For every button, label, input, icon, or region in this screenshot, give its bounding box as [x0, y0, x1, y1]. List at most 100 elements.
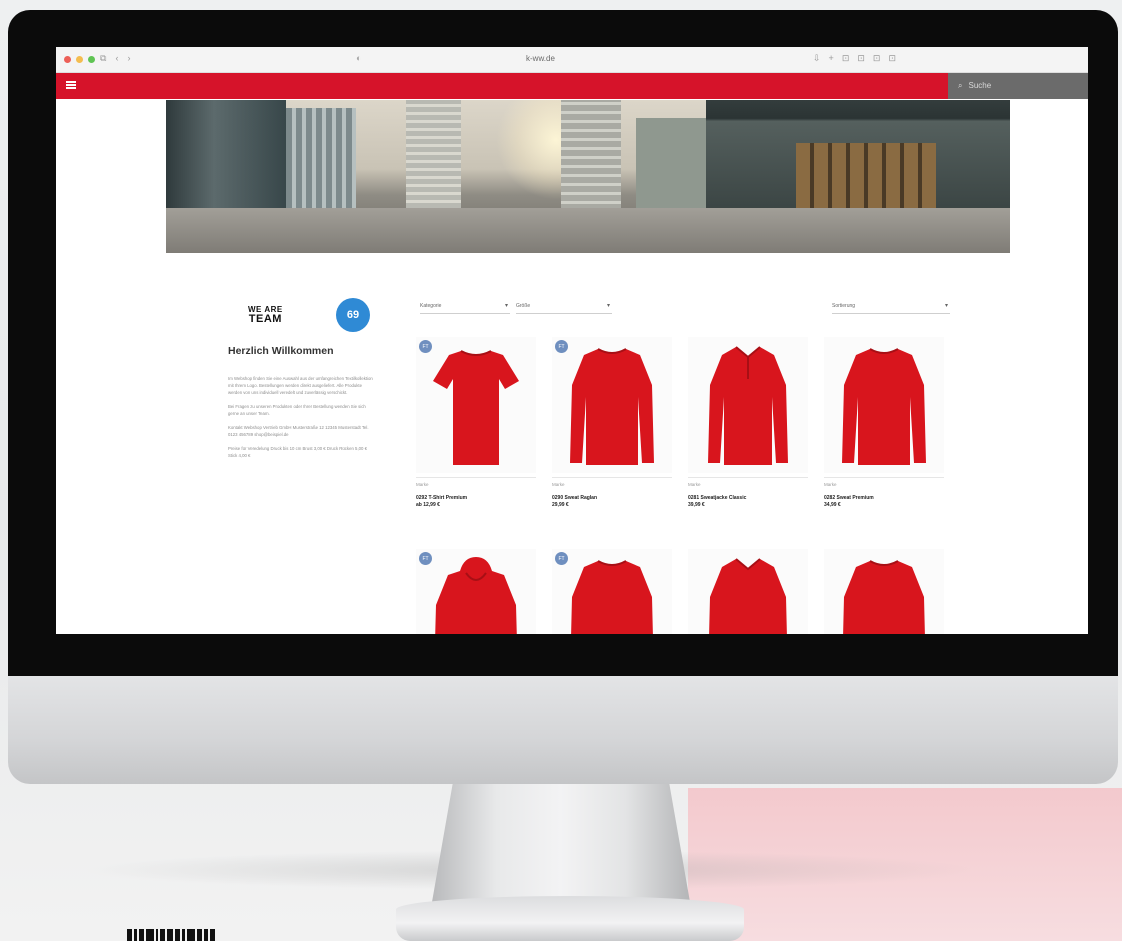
building-left — [166, 100, 286, 213]
product-image[interactable]: FT — [416, 337, 536, 473]
chevron-down-icon: ▾ — [606, 303, 610, 309]
polo-longsleeve-image — [708, 346, 788, 465]
pricing-paragraph: Preise für Veredelung Druck bis 10 cm Br… — [228, 446, 368, 458]
longsleeve-image — [571, 560, 653, 634]
building-right-center — [636, 118, 706, 213]
product-image[interactable] — [688, 337, 808, 473]
product-brand: Marke — [688, 482, 701, 487]
monitor-chin — [8, 676, 1118, 784]
share-icon[interactable]: ⊡ — [842, 53, 850, 64]
product-name[interactable]: 0281 Sweatjacke Classic — [688, 495, 808, 501]
sort-select-value: Sortierung — [832, 303, 856, 309]
product-price: 29,99 € — [552, 502, 569, 508]
divider — [688, 477, 808, 478]
product-image[interactable] — [824, 337, 944, 473]
logo-row: WE ARE TEAM 69 — [228, 297, 374, 333]
browser-toolbar: ⧉ ‹ › ◐ k-ww.de ⇩ + ⊡ ⊡ ⊡ ⊡ — [56, 47, 1088, 73]
chevron-down-icon: ▾ — [504, 303, 508, 309]
screen: ⧉ ‹ › ◐ k-ww.de ⇩ + ⊡ ⊡ ⊡ ⊡ ⌕ Suche WE A… — [56, 47, 1088, 634]
hoodie-image — [435, 557, 517, 634]
product-card[interactable]: FT — [416, 549, 536, 634]
sort-select[interactable]: Sortierung ▾ — [832, 300, 950, 314]
welcome-paragraph: Bei Fragen zu unseren Produkten oder Ihr… — [228, 404, 366, 416]
monitor-stand-foot — [396, 896, 744, 941]
we-are-team-logo[interactable]: WE ARE TEAM — [248, 305, 283, 325]
welcome-text: Im Webshop finden Sie eine Auswahl aus d… — [228, 375, 374, 459]
product-image[interactable]: FT — [416, 549, 536, 634]
product-price: 39,99 € — [688, 502, 705, 508]
product-card[interactable]: FT — [552, 549, 672, 634]
product-name[interactable]: 0292 T-Shirt Premium — [416, 495, 536, 501]
longsleeve-image — [570, 348, 654, 465]
filter-bar: Kategorie ▾ Größe ▾ Sortierung ▾ — [420, 300, 962, 316]
product-card[interactable] — [824, 549, 944, 634]
product-brand: Marke — [552, 482, 565, 487]
product-image[interactable]: FT — [552, 549, 672, 634]
size-select[interactable]: Größe ▾ — [516, 300, 612, 314]
sidebar-toggle-icon[interactable]: ⧉ — [100, 53, 106, 64]
download-icon[interactable]: ⇩ — [813, 53, 821, 64]
product-image[interactable]: FT — [552, 337, 672, 473]
product-price: ab 12,99 € — [416, 502, 440, 508]
tabs-icon[interactable]: ⊡ — [888, 53, 896, 64]
category-select[interactable]: Kategorie ▾ — [420, 300, 510, 314]
back-icon[interactable]: ‹ — [115, 53, 118, 64]
browser-nav-icons: ⧉ ‹ › — [100, 53, 130, 64]
forward-icon[interactable]: › — [127, 53, 130, 64]
welcome-heading: Herzlich Willkommen — [228, 345, 334, 357]
street — [166, 208, 1010, 253]
monitor-stand-neck — [432, 784, 690, 902]
reader-icon[interactable]: ⊡ — [873, 53, 881, 64]
hero-banner-image — [166, 100, 1010, 253]
category-select-value: Kategorie — [420, 303, 442, 309]
chevron-down-icon: ▾ — [944, 303, 948, 309]
club-logo[interactable]: 69 — [336, 298, 370, 332]
menu-icon[interactable] — [66, 81, 76, 89]
new-tab-icon[interactable]: + — [829, 53, 834, 64]
polo-longsleeve-image — [709, 558, 787, 634]
product-badge: FT — [419, 340, 432, 353]
window-controls — [64, 56, 95, 63]
minimize-window-button[interactable] — [76, 56, 83, 63]
contact-paragraph: Kontakt Webshop Vertrieb GmbH Musterstra… — [228, 425, 369, 437]
product-brand: Marke — [416, 482, 429, 487]
size-select-value: Größe — [516, 303, 531, 309]
site-header: ⌕ Suche — [56, 73, 1088, 99]
product-card[interactable]: FT Marke 0292 T-Shirt Premium ab 12,99 € — [416, 337, 536, 508]
product-name[interactable]: 0290 Sweat Raglan — [552, 495, 672, 501]
product-brand: Marke — [824, 482, 837, 487]
divider — [416, 477, 536, 478]
welcome-paragraph: Im Webshop finden Sie eine Auswahl aus d… — [228, 376, 373, 395]
search-placeholder: Suche — [968, 81, 992, 90]
browser-tool-icons: ⇩ + ⊡ ⊡ ⊡ ⊡ — [813, 53, 896, 64]
sidebar: WE ARE TEAM 69 Herzlich Willkommen Im We… — [228, 297, 374, 466]
product-card[interactable] — [688, 549, 808, 634]
address-bar[interactable]: k-ww.de — [526, 54, 555, 63]
product-card[interactable]: FT Marke 0290 Sweat Raglan 29,99 € — [552, 337, 672, 508]
privacy-shield-icon[interactable]: ◐ — [356, 53, 361, 63]
building-center — [561, 100, 621, 213]
tshirt-image — [433, 350, 519, 465]
product-badge: FT — [555, 340, 568, 353]
close-window-button[interactable] — [64, 56, 71, 63]
product-image[interactable] — [824, 549, 944, 634]
product-image[interactable] — [688, 549, 808, 634]
building-left-2 — [286, 108, 356, 213]
divider — [824, 477, 944, 478]
bookmark-icon[interactable]: ⊡ — [857, 53, 865, 64]
building-entrance — [796, 143, 936, 213]
product-card[interactable]: Marke 0281 Sweatjacke Classic 39,99 € — [688, 337, 808, 508]
product-price: 34,99 € — [824, 502, 841, 508]
building-center-left — [406, 100, 461, 213]
longsleeve-image — [842, 348, 926, 465]
product-name[interactable]: 0282 Sweat Premium — [824, 495, 944, 501]
longsleeve-image — [843, 560, 925, 634]
search-input[interactable]: ⌕ Suche — [948, 73, 1088, 99]
maximize-window-button[interactable] — [88, 56, 95, 63]
product-badge: FT — [419, 552, 432, 565]
product-card[interactable]: Marke 0282 Sweat Premium 34,99 € — [824, 337, 944, 508]
product-badge: FT — [555, 552, 568, 565]
qr-code-strip — [127, 929, 277, 941]
search-icon: ⌕ — [958, 81, 963, 90]
divider — [552, 477, 672, 478]
